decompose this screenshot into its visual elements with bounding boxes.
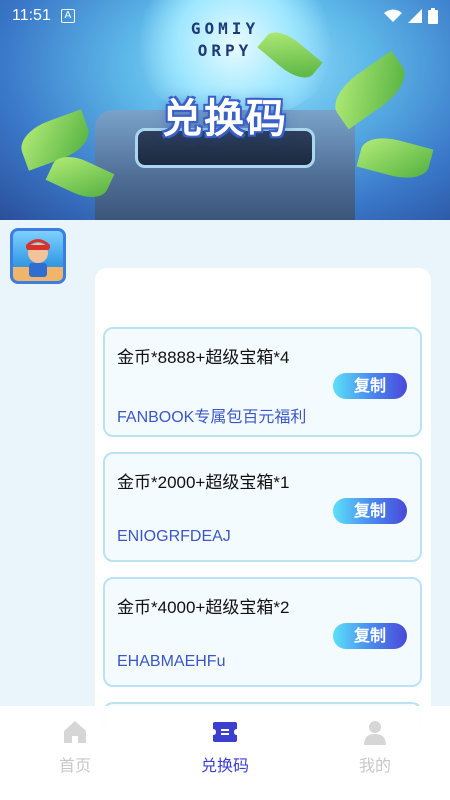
nav-item-redeem[interactable]: 兑换码 [175,718,275,776]
status-bar: 11:51 A [0,0,450,32]
nav-label-home: 首页 [58,756,91,775]
reward-text: 金币*4000+超级宝箱*2 [117,598,290,617]
copy-button[interactable]: 复制 [333,373,407,399]
code-card: 金币*4000+超级宝箱*2 复制 EHABMAEHFu [103,577,422,687]
home-icon [64,721,86,743]
redeem-code: FANBOOK专属包百元福利 [117,409,307,426]
reward-text: 金币*8888+超级宝箱*4 [117,348,290,367]
nav-label-profile: 我的 [358,756,391,775]
user-icon [364,721,386,745]
nav-item-profile[interactable]: 我的 [325,718,425,776]
character-icon [13,239,63,281]
keyboard-indicator-icon: A [60,9,75,23]
bottom-nav: 首页 兑换码 我的 [0,706,450,800]
nav-item-home[interactable]: 首页 [25,718,125,776]
battery-icon [428,8,438,24]
redeem-code: EHABMAEHFu [117,653,226,670]
wifi-icon [384,9,402,22]
copy-button[interactable]: 复制 [333,498,407,524]
status-time: 11:51 [12,7,51,24]
ticket-icon [213,722,237,742]
code-card: 金币*2000+超级宝箱*1 复制 ENIOGRFDEAJ [103,452,422,562]
copy-button[interactable]: 复制 [333,623,407,649]
nav-label-redeem: 兑换码 [200,756,249,775]
redeem-code: ENIOGRFDEAJ [117,528,231,545]
signal-icon [408,9,422,23]
page-title: 兑换码 [162,96,288,142]
game-avatar[interactable] [10,228,66,284]
hero-banner: GOMIY ORPY 兑换码 [0,0,450,220]
code-card: 金币*8888+超级宝箱*4 复制 FANBOOK专属包百元福利 [103,327,422,437]
reward-text: 金币*2000+超级宝箱*1 [117,473,290,492]
